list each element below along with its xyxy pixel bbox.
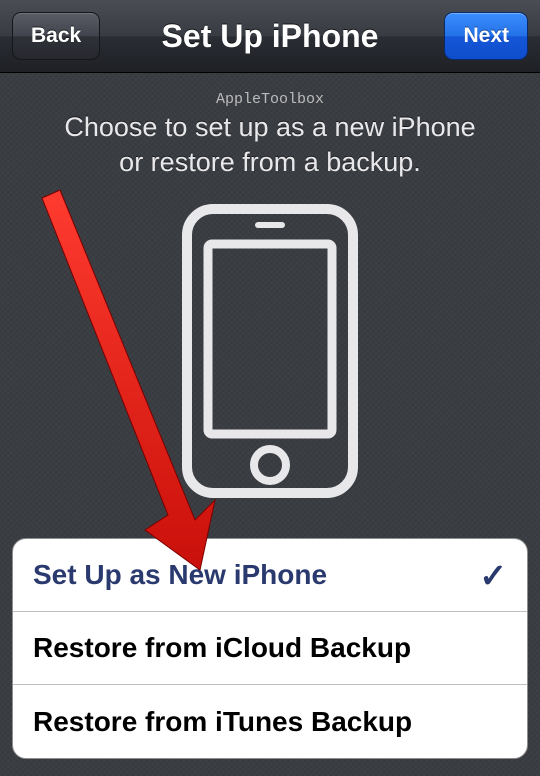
iphone-outline-icon	[182, 204, 358, 498]
description-text: Choose to set up as a new iPhone or rest…	[10, 110, 530, 204]
watermark-text: AppleToolbox	[10, 91, 530, 108]
back-label: Back	[31, 24, 81, 48]
option-new-iphone[interactable]: Set Up as New iPhone ✓	[13, 539, 527, 612]
page-title: Set Up iPhone	[162, 18, 379, 55]
options-list: Set Up as New iPhone ✓ Restore from iClo…	[12, 538, 528, 759]
content-area: AppleToolbox Choose to set up as a new i…	[0, 73, 540, 776]
checkmark-icon: ✓	[479, 556, 507, 595]
next-button[interactable]: Next	[444, 12, 528, 60]
option-label: Restore from iTunes Backup	[33, 706, 412, 738]
back-button[interactable]: Back	[12, 12, 100, 60]
option-label: Set Up as New iPhone	[33, 559, 327, 591]
option-itunes-backup[interactable]: Restore from iTunes Backup	[13, 685, 527, 758]
option-icloud-backup[interactable]: Restore from iCloud Backup	[13, 612, 527, 685]
option-label: Restore from iCloud Backup	[33, 632, 411, 664]
next-label: Next	[463, 24, 509, 48]
navbar: Back Set Up iPhone Next	[0, 0, 540, 73]
